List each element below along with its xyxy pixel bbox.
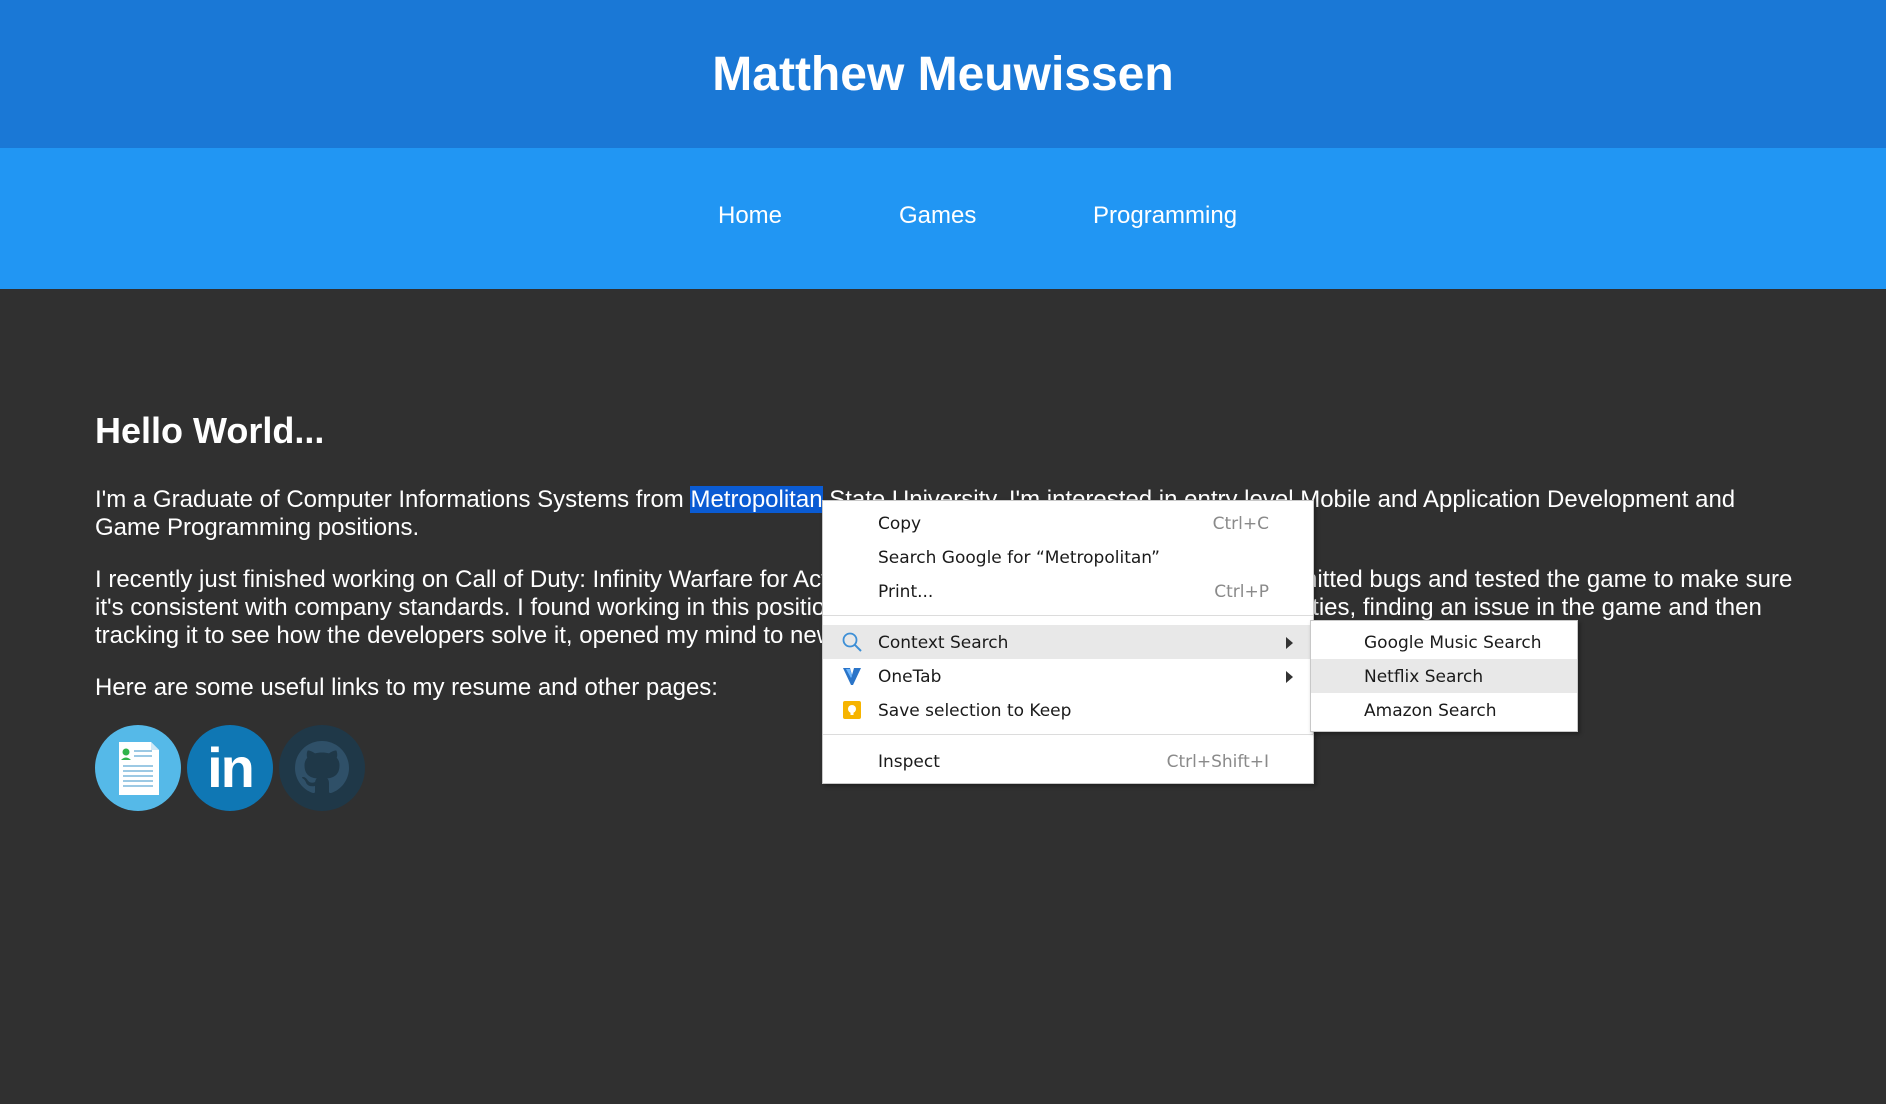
menu-item-save-keep[interactable]: Save selection to Keep bbox=[823, 693, 1313, 727]
menu-item-context-search-label: Context Search bbox=[878, 633, 1009, 653]
menu-item-inspect-label: Inspect bbox=[878, 752, 940, 772]
linkedin-link[interactable]: in bbox=[187, 725, 273, 811]
nav-programming-link[interactable]: Programming bbox=[1093, 202, 1237, 230]
menu-item-print-shortcut: Ctrl+P bbox=[1214, 582, 1269, 602]
resume-icon bbox=[119, 742, 159, 795]
site-title: Matthew Meuwissen bbox=[712, 47, 1174, 101]
submenu-arrow-icon bbox=[1286, 671, 1293, 683]
page-heading: Hello World... bbox=[95, 410, 325, 451]
submenu-item-label: Amazon Search bbox=[1364, 701, 1497, 721]
github-link[interactable] bbox=[279, 725, 365, 811]
submenu-item-label: Netflix Search bbox=[1364, 667, 1484, 687]
menu-item-copy-shortcut: Ctrl+C bbox=[1212, 514, 1269, 534]
context-menu: Copy Ctrl+C Search Google for “Metropoli… bbox=[822, 500, 1314, 784]
selected-text[interactable]: Metropolitan bbox=[690, 486, 823, 513]
submenu-item-netflix[interactable]: Netflix Search bbox=[1311, 659, 1577, 693]
onetab-icon bbox=[843, 668, 861, 685]
nav-bar: Home Games Programming bbox=[0, 148, 1886, 289]
menu-item-search-google[interactable]: Search Google for “Metropolitan” bbox=[823, 540, 1313, 574]
menu-item-print[interactable]: Print... Ctrl+P bbox=[823, 574, 1313, 608]
menu-item-onetab-label: OneTab bbox=[878, 667, 942, 687]
keep-icon bbox=[843, 701, 861, 719]
menu-item-inspect[interactable]: Inspect Ctrl+Shift+I bbox=[823, 744, 1313, 778]
nav-games-link[interactable]: Games bbox=[899, 202, 976, 230]
menu-item-search-google-label: Search Google for “Metropolitan” bbox=[878, 548, 1160, 568]
magnifier-icon bbox=[842, 632, 862, 652]
menu-separator bbox=[823, 615, 1313, 616]
nav-home-link[interactable]: Home bbox=[718, 202, 782, 230]
menu-separator bbox=[823, 734, 1313, 735]
context-search-submenu: Google Music Search Netflix Search Amazo… bbox=[1310, 620, 1578, 732]
submenu-item-google-music[interactable]: Google Music Search bbox=[1311, 625, 1577, 659]
menu-item-inspect-shortcut: Ctrl+Shift+I bbox=[1166, 752, 1269, 772]
site-header: Matthew Meuwissen bbox=[0, 0, 1886, 148]
menu-item-onetab[interactable]: OneTab bbox=[823, 659, 1313, 693]
menu-item-context-search[interactable]: Context Search bbox=[823, 625, 1313, 659]
menu-item-copy-label: Copy bbox=[878, 514, 922, 534]
github-icon bbox=[295, 741, 349, 794]
submenu-arrow-icon bbox=[1286, 637, 1293, 649]
menu-item-save-keep-label: Save selection to Keep bbox=[878, 701, 1072, 721]
resume-link[interactable] bbox=[95, 725, 181, 811]
menu-item-print-label: Print... bbox=[878, 582, 934, 602]
linkedin-icon: in bbox=[207, 736, 255, 799]
submenu-item-amazon[interactable]: Amazon Search bbox=[1311, 693, 1577, 727]
intro-text-before: I'm a Graduate of Computer Informations … bbox=[95, 486, 691, 513]
submenu-item-label: Google Music Search bbox=[1364, 633, 1542, 653]
menu-item-copy[interactable]: Copy Ctrl+C bbox=[823, 506, 1313, 540]
